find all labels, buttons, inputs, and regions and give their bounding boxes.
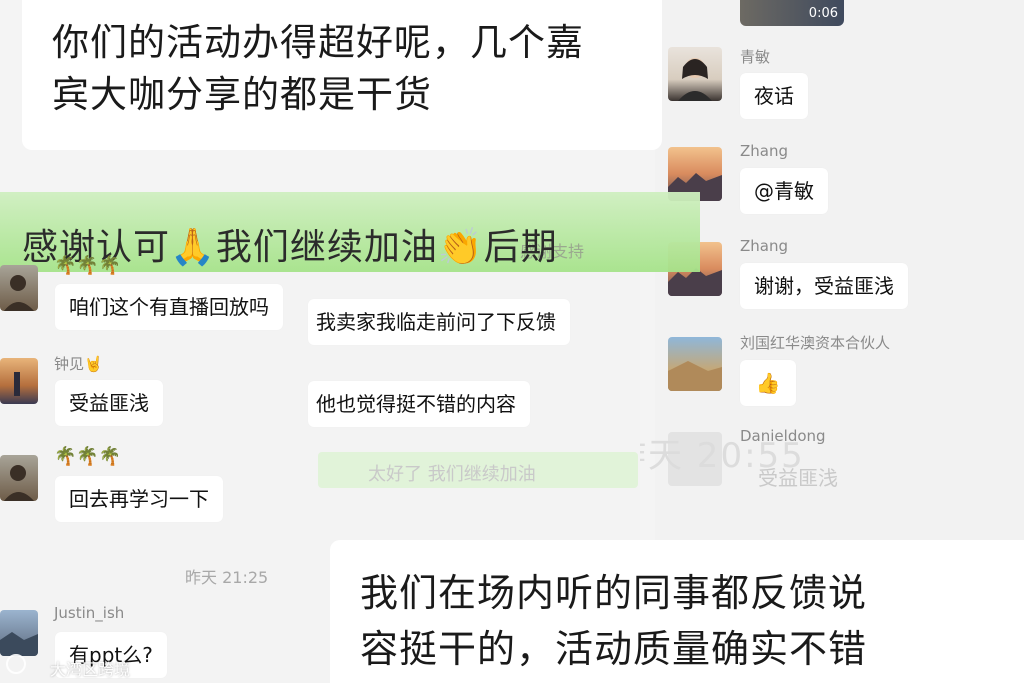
sender-name: 青敏 — [740, 48, 771, 66]
faded-timestamp: 昨天 20:55 — [612, 436, 805, 476]
message-bubble[interactable]: 我卖家我临走前问了下反馈 — [308, 299, 570, 345]
sender-name: 🌴🌴🌴 — [54, 255, 122, 276]
message-bubble[interactable]: 咱们这个有直播回放吗 — [55, 284, 283, 330]
video-duration: 0:06 — [808, 6, 838, 21]
sender-name: Zhang — [740, 237, 789, 255]
sender-name: Zhang — [740, 142, 789, 160]
watermark-logo-icon — [6, 654, 26, 674]
message-bubble[interactable]: @青敏 — [740, 168, 828, 214]
message-bubble[interactable]: 谢谢，受益匪浅 — [740, 263, 908, 309]
bottom-quote-line1: 我们在场内听的同事都反馈说 — [360, 571, 868, 615]
message-bubble[interactable]: 夜话 — [740, 73, 808, 119]
avatar[interactable] — [668, 337, 722, 391]
timestamp: 昨天 21:25 — [185, 568, 269, 587]
sender-name: 钟见🤘 — [54, 355, 103, 373]
avatar[interactable] — [0, 455, 38, 501]
avatar[interactable] — [668, 47, 722, 101]
avatar[interactable] — [0, 610, 38, 656]
video-thumbnail[interactable]: 0:06 — [740, 0, 844, 26]
watermark-text: 大湾区跨境 — [50, 660, 131, 679]
top-quote-line1: 你们的活动办得超好呢，几个嘉 — [52, 21, 584, 64]
bottom-quote-line2: 容挺干的，活动质量确实不错 — [360, 627, 868, 671]
message-bubble[interactable]: 👍 — [740, 360, 796, 406]
message-bubble[interactable]: 回去再学习一下 — [55, 476, 223, 522]
avatar[interactable] — [0, 358, 38, 404]
top-quote-line2: 宾大咖分享的都是干货 — [52, 73, 432, 116]
avatar[interactable] — [0, 265, 38, 311]
sender-name: 🌴🌴🌴 — [54, 446, 122, 467]
message-bubble[interactable]: 受益匪浅 — [55, 380, 163, 426]
faded-message: 太好了 我们继续加油 — [368, 464, 536, 485]
message-bubble[interactable]: 他也觉得挺不错的内容 — [308, 381, 530, 427]
sender-name: 刘国红华澳资本合伙人 — [740, 334, 891, 352]
sender-name: Justin_ish — [54, 604, 125, 622]
